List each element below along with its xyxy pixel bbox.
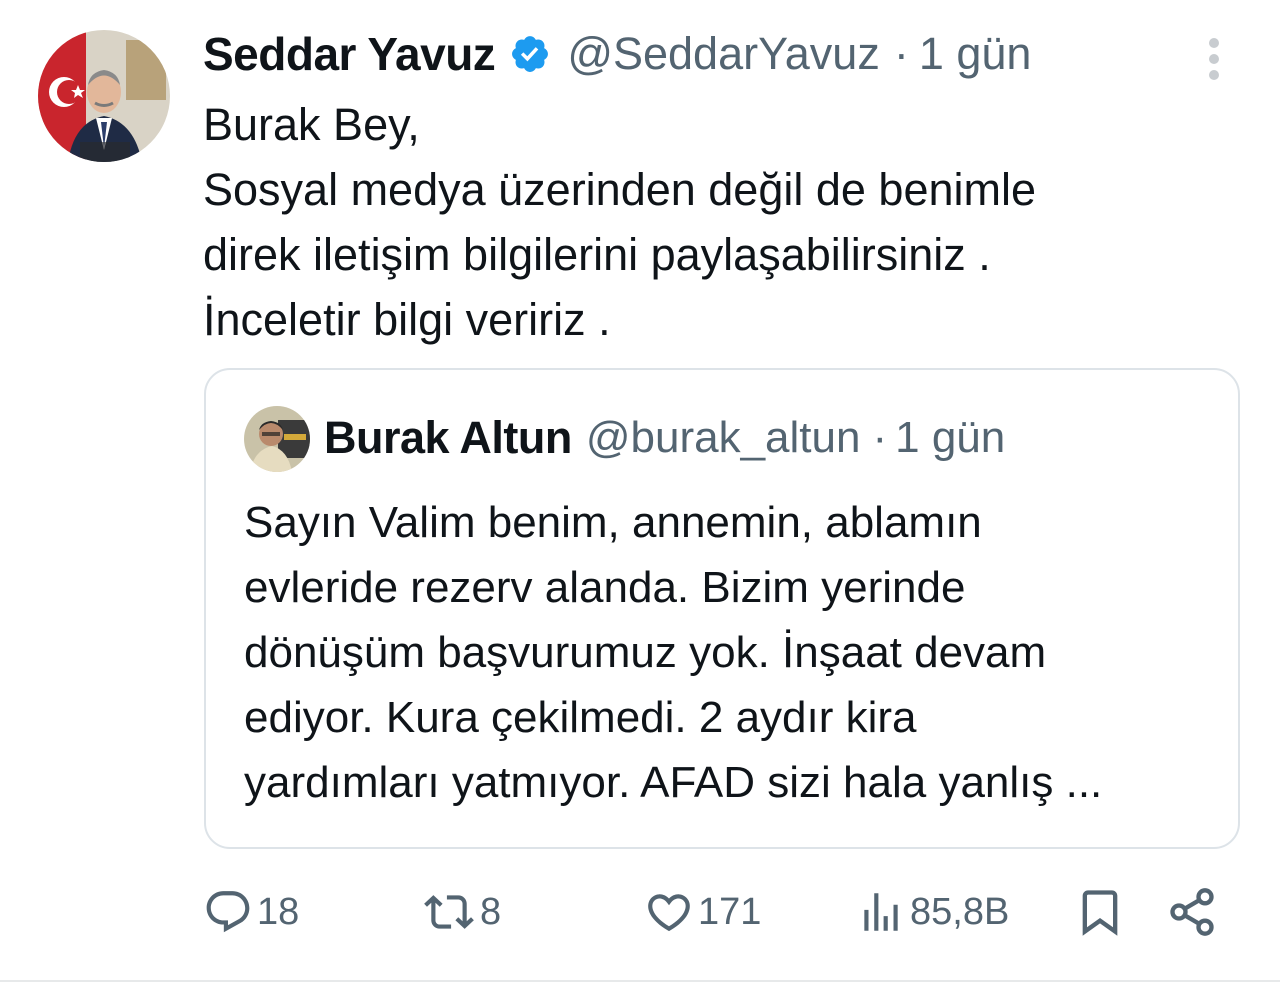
more-options-icon[interactable] bbox=[1196, 34, 1232, 84]
author-handle[interactable]: @SeddarYavuz bbox=[567, 28, 880, 80]
verified-badge-icon bbox=[509, 33, 551, 75]
tweet-text: Burak Bey, Sosyal medya üzerinden değil … bbox=[203, 99, 1037, 345]
bookmark-button[interactable] bbox=[1074, 880, 1126, 944]
quoted-tweet-time[interactable]: 1 gün bbox=[895, 413, 1005, 463]
tweet-time[interactable]: 1 gün bbox=[919, 28, 1032, 80]
reply-count: 18 bbox=[257, 890, 300, 933]
quoted-time-separator: · bbox=[872, 413, 888, 462]
author-avatar[interactable] bbox=[38, 30, 170, 162]
share-icon bbox=[1166, 886, 1218, 938]
author-name[interactable]: Seddar Yavuz bbox=[203, 27, 496, 81]
quoted-tweet-header: Burak Altun @burak_altun · 1 gün bbox=[324, 408, 1005, 468]
quoted-author-name[interactable]: Burak Altun bbox=[324, 412, 572, 464]
quoted-author-handle[interactable]: @burak_altun bbox=[586, 413, 861, 463]
like-button[interactable]: 171 bbox=[644, 880, 761, 944]
tweet-header: Seddar Yavuz @SeddarYavuz · 1 gün bbox=[203, 24, 1031, 84]
quoted-tweet-text: Sayın Valim benim, annemin, ablamın evle… bbox=[244, 498, 1103, 807]
divider bbox=[0, 980, 1280, 982]
views-icon bbox=[856, 887, 906, 937]
retweet-count: 8 bbox=[480, 890, 502, 933]
like-count: 171 bbox=[698, 890, 762, 933]
time-separator: · bbox=[893, 28, 909, 79]
quoted-tweet[interactable]: Burak Altun @burak_altun · 1 gün Sayın V… bbox=[204, 368, 1240, 849]
heart-icon bbox=[644, 887, 694, 937]
reply-button[interactable]: 18 bbox=[203, 880, 299, 944]
quoted-author-avatar[interactable] bbox=[244, 406, 310, 472]
retweet-button[interactable]: 8 bbox=[422, 880, 501, 944]
retweet-icon bbox=[422, 887, 476, 937]
reply-icon bbox=[203, 887, 253, 937]
tweet-actions: 18 8 171 85,8B bbox=[0, 880, 1280, 944]
share-button[interactable] bbox=[1166, 880, 1218, 944]
views-button[interactable]: 85,8B bbox=[856, 880, 1009, 944]
bookmark-icon bbox=[1074, 886, 1126, 938]
views-count: 85,8B bbox=[910, 890, 1010, 933]
